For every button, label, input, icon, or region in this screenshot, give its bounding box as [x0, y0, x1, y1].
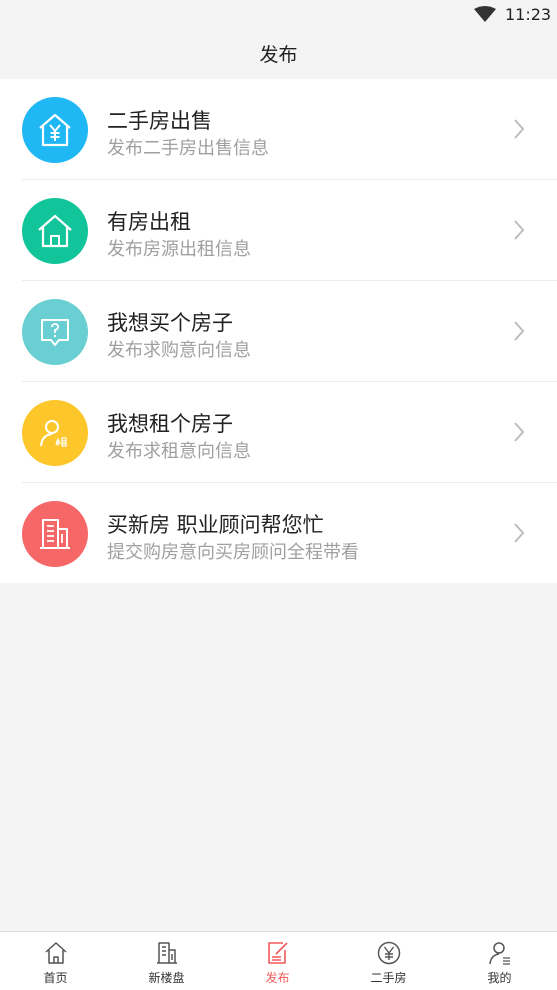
tab-home[interactable]: 首页 [0, 932, 111, 990]
item-title: 有房出租 [107, 210, 191, 234]
tab-label: 新楼盘 [148, 971, 185, 985]
tab-label: 发布 [265, 971, 290, 985]
house-icon [22, 198, 88, 264]
item-title: 买新房 职业顾问帮您忙 [107, 513, 324, 537]
list-item-want-rent[interactable]: 我想租个房子 发布求租意向信息 [0, 382, 557, 483]
tab-publish[interactable]: 发布 [222, 932, 333, 990]
item-subtitle: 发布二手房出售信息 [107, 138, 269, 159]
chevron-right-icon [514, 422, 525, 442]
wifi-icon [474, 6, 496, 22]
chevron-right-icon [514, 220, 525, 240]
header: 发布 [0, 30, 557, 78]
status-time: 11:23 [505, 5, 552, 24]
item-title: 我想租个房子 [107, 412, 233, 436]
list-item-rent-out[interactable]: 有房出租 发布房源出租信息 [0, 180, 557, 281]
house-yen-icon [22, 97, 88, 163]
item-subtitle: 提交购房意向买房顾问全程带看 [107, 542, 359, 563]
publish-option-list: 二手房出售 发布二手房出售信息 有房出租 发布房源出租信息 我想买个房子 发布求… [0, 79, 557, 583]
list-item-new-house[interactable]: 买新房 职业顾问帮您忙 提交购房意向买房顾问全程带看 [0, 483, 557, 584]
list-item-want-buy[interactable]: 我想买个房子 发布求购意向信息 [0, 281, 557, 382]
edit-icon [268, 942, 288, 964]
building-icon [22, 501, 88, 567]
question-chat-icon [22, 299, 88, 365]
chevron-right-icon [514, 321, 525, 341]
tab-new-projects[interactable]: 新楼盘 [111, 932, 222, 990]
user-icon [489, 942, 510, 965]
chevron-right-icon [514, 523, 525, 543]
chevron-right-icon [514, 119, 525, 139]
item-subtitle: 发布求购意向信息 [107, 340, 251, 361]
tab-label: 我的 [487, 971, 512, 985]
item-title: 我想买个房子 [107, 311, 233, 335]
tab-mine[interactable]: 我的 [444, 932, 555, 990]
list-item-secondhand-sale[interactable]: 二手房出售 发布二手房出售信息 [0, 79, 557, 180]
building-icon [157, 942, 177, 964]
page-title: 发布 [259, 44, 298, 66]
tab-label: 二手房 [370, 971, 407, 985]
item-title: 二手房出售 [107, 109, 212, 133]
item-subtitle: 发布房源出租信息 [107, 239, 251, 260]
tab-secondhand[interactable]: 二手房 [333, 932, 444, 990]
status-bar: 11:23 [0, 0, 557, 30]
tab-label: 首页 [43, 971, 68, 985]
bottom-tab-bar: 首页 新楼盘 发布 二手房 我的 [0, 931, 557, 990]
item-subtitle: 发布求租意向信息 [107, 441, 251, 462]
person-rent-icon [22, 400, 88, 466]
home-icon [45, 942, 67, 964]
yen-circle-icon [377, 941, 401, 965]
